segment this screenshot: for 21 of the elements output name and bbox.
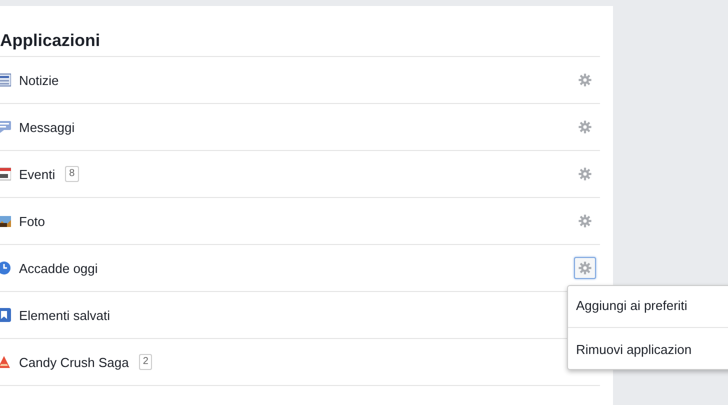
gear-icon: [578, 167, 592, 181]
app-name[interactable]: Messaggi: [19, 120, 75, 134]
menu-item[interactable]: Rimuovi applicazion: [568, 334, 728, 365]
app-name[interactable]: Notizie: [19, 72, 59, 88]
newspaper-icon: [0, 73, 11, 87]
gear-icon: [578, 73, 592, 87]
app-name[interactable]: Foto: [19, 214, 46, 228]
candy-icon: [0, 355, 11, 369]
photo-icon: [0, 214, 11, 228]
notification-count: 8: [65, 166, 79, 182]
app-name[interactable]: Accadde oggi: [19, 260, 98, 276]
settings-button[interactable]: [574, 257, 596, 279]
gear-icon: [578, 261, 592, 275]
notification-count: 2: [138, 354, 152, 370]
app-name[interactable]: Elementi salvati: [19, 308, 110, 322]
section-title: Applicazioni: [0, 6, 600, 57]
app-name[interactable]: Candy Crush Saga: [19, 354, 129, 370]
gear-icon: [578, 214, 592, 228]
app-name[interactable]: Eventi: [19, 166, 56, 182]
menu-item[interactable]: Aggiungi ai preferiti: [568, 290, 728, 321]
gear-icon: [578, 120, 592, 134]
